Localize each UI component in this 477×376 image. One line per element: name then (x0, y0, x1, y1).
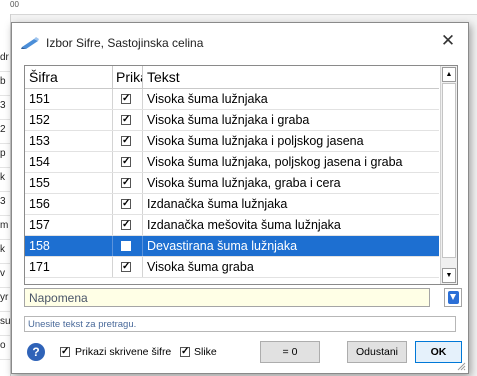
cell-prikaz: ✓ (113, 152, 143, 172)
napomena-button[interactable] (444, 288, 462, 307)
prikaz-checkbox[interactable]: ✓ (121, 157, 131, 167)
cell-prikaz: ✓ (113, 131, 143, 151)
cell-sifra: 152 (25, 110, 113, 130)
background-cell: dr (0, 52, 10, 72)
cell-prikaz: ✓ (113, 89, 143, 109)
column-header-prikaz[interactable]: Prikaz (113, 66, 143, 88)
background-cell: p (0, 148, 10, 168)
cell-tekst: Devastirana šuma lužnjaka (147, 239, 298, 253)
background-cell: yr (0, 292, 10, 312)
ok-button[interactable]: OK (415, 341, 462, 363)
cell-tekst: Visoka šuma lužnjaka, poljskog jasena i … (147, 155, 403, 169)
table-row[interactable]: 171 ✓ Visoka šuma graba (25, 257, 439, 278)
cell-sifra: 171 (25, 257, 113, 277)
show-hidden-checkbox[interactable]: ✓ (60, 347, 70, 357)
table-row[interactable]: 156 ✓ Izdanačka šuma lužnjaka (25, 194, 439, 215)
napomena-field[interactable]: Napomena (24, 288, 430, 307)
background-cell: 3 (0, 100, 10, 120)
prikaz-checkbox[interactable]: ✓ (121, 199, 131, 209)
table-header: Šifra Prikaz Tekst (25, 66, 439, 89)
cancel-button[interactable]: Odustani (347, 341, 407, 363)
background-cell: v (0, 268, 10, 288)
background-cell: k (0, 172, 10, 192)
scroll-thumb[interactable] (442, 83, 456, 258)
background-header-label: 00 (10, 0, 19, 9)
cell-sifra: 153 (25, 131, 113, 151)
sifra-dialog: Izbor Sifre, Sastojinska celina ✕ Šifra … (11, 22, 469, 374)
background-cell: b (0, 76, 10, 96)
cell-prikaz: ✓ (113, 110, 143, 130)
prikaz-checkbox[interactable]: ✓ (121, 115, 131, 125)
table-row[interactable]: 153 ✓ Visoka šuma lužnjaka i poljskog jase… (25, 131, 439, 152)
cell-sifra: 155 (25, 173, 113, 193)
prikaz-checkbox[interactable]: ✓ (121, 136, 131, 146)
cell-prikaz: ✓ (113, 173, 143, 193)
cell-tekst: Visoka šuma lužnjaka i poljskog jasena (147, 134, 364, 148)
close-icon: ✕ (440, 31, 456, 50)
cell-tekst: Visoka šuma lužnjaka i graba (147, 113, 310, 127)
background-cell: su (0, 316, 10, 336)
table-row[interactable]: 157 ✓ Izdanačka mešovita šuma lužnjaka (25, 215, 439, 236)
cell-tekst: Izdanačka šuma lužnjaka (147, 197, 288, 211)
download-arrow-icon (448, 291, 459, 304)
scroll-down-icon[interactable]: ▼ (442, 268, 456, 283)
prikaz-checkbox[interactable]: ✓ (121, 94, 131, 104)
cell-tekst: Visoka šuma graba (147, 260, 254, 274)
show-hidden-label: Prikazi skrivene šifre (75, 346, 172, 358)
background-header: 00 (0, 0, 477, 15)
cell-tekst: Izdanačka mešovita šuma lužnjaka (147, 218, 341, 232)
column-header-sifra[interactable]: Šifra (25, 66, 113, 88)
prikaz-checkbox[interactable]: ✓ (121, 178, 131, 188)
cell-prikaz (113, 236, 143, 256)
dialog-title: Izbor Sifre, Sastojinska celina (46, 36, 204, 50)
images-label: Slike (194, 346, 217, 358)
prikaz-checkbox[interactable]: ✓ (121, 220, 131, 230)
table-row[interactable]: 154 ✓ Visoka šuma lužnjaka, poljskog jasen… (25, 152, 439, 173)
column-header-tekst[interactable]: Tekst (143, 66, 439, 88)
cell-sifra: 156 (25, 194, 113, 214)
table-row[interactable]: 152 ✓ Visoka šuma lužnjaka i graba (25, 110, 439, 131)
pencil-icon (21, 37, 39, 49)
table-row[interactable]: 155 ✓ Visoka šuma lužnjaka, graba i cera (25, 173, 439, 194)
background-cell: o (0, 340, 10, 360)
table-scrollbar[interactable]: ▲ ▼ (440, 66, 457, 284)
table-row[interactable]: 151 ✓ Visoka šuma lužnjaka (25, 89, 439, 110)
resize-grip-icon[interactable] (456, 361, 466, 371)
cell-tekst: Visoka šuma lužnjaka, graba i cera (147, 176, 341, 190)
cell-prikaz: ✓ (113, 215, 143, 235)
background-cell: 3 (0, 196, 10, 216)
search-input[interactable]: Unesite tekst za pretragu. (24, 316, 456, 332)
cell-sifra: 158 (25, 236, 113, 256)
help-icon[interactable]: ? (27, 343, 45, 361)
cell-sifra: 154 (25, 152, 113, 172)
scroll-up-icon[interactable]: ▲ (442, 67, 456, 82)
cell-tekst: Visoka šuma lužnjaka (147, 92, 268, 106)
prikaz-checkbox[interactable] (121, 241, 131, 251)
close-button[interactable]: ✕ (436, 29, 460, 53)
cell-sifra: 157 (25, 215, 113, 235)
background-cell: 2 (0, 124, 10, 144)
table-row[interactable]: 158 Devastirana šuma lužnjaka (25, 236, 439, 257)
background-cell: k (0, 244, 10, 264)
background-cell: m (0, 220, 10, 240)
dialog-titlebar: Izbor Sifre, Sastojinska celina ✕ (12, 23, 468, 61)
background-column: dr b 3 2 p k 3 m k v yr su o (0, 14, 11, 376)
cell-sifra: 151 (25, 89, 113, 109)
sifra-table: Šifra Prikaz Tekst 151 ✓ Visoka šuma lužnj… (24, 65, 458, 285)
images-checkbox[interactable]: ✓ (180, 347, 190, 357)
equals-zero-button[interactable]: = 0 (260, 341, 320, 363)
cell-prikaz: ✓ (113, 257, 143, 277)
cell-prikaz: ✓ (113, 194, 143, 214)
prikaz-checkbox[interactable]: ✓ (121, 262, 131, 272)
